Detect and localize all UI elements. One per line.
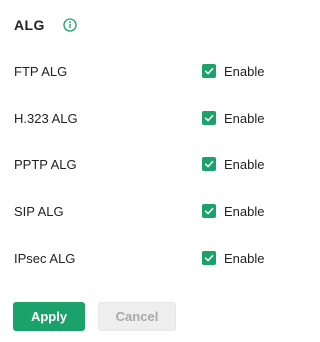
enable-label: Enable [224,156,265,172]
enable-label: Enable [224,250,265,266]
section-header: ALG [14,15,77,35]
enable-toggle-sip[interactable]: Enable [202,204,264,219]
enable-label: Enable [224,63,265,79]
apply-button[interactable]: Apply [13,302,85,331]
alg-row-sip: SIP ALG Enable [14,201,294,221]
checkbox-checked-icon[interactable] [202,157,216,171]
alg-label-ftp: FTP ALG [14,63,68,79]
alg-row-ipsec: IPsec ALG Enable [14,248,294,268]
enable-label: Enable [224,110,265,126]
enable-label: Enable [224,203,265,219]
enable-toggle-h323[interactable]: Enable [202,111,264,126]
info-icon[interactable] [63,18,77,32]
alg-label-sip: SIP ALG [14,203,64,219]
checkbox-checked-icon[interactable] [202,204,216,218]
alg-label-pptp: PPTP ALG [14,156,77,172]
alg-row-ftp: FTP ALG Enable [14,61,294,81]
alg-row-h323: H.323 ALG Enable [14,108,294,128]
enable-toggle-pptp[interactable]: Enable [202,157,264,172]
checkbox-checked-icon[interactable] [202,111,216,125]
section-title: ALG [14,17,45,33]
checkbox-checked-icon[interactable] [202,251,216,265]
cancel-button[interactable]: Cancel [98,302,176,331]
enable-toggle-ftp[interactable]: Enable [202,64,264,79]
alg-label-ipsec: IPsec ALG [14,250,76,266]
alg-label-h323: H.323 ALG [14,110,78,126]
alg-row-pptp: PPTP ALG Enable [14,154,294,174]
enable-toggle-ipsec[interactable]: Enable [202,251,264,266]
checkbox-checked-icon[interactable] [202,64,216,78]
